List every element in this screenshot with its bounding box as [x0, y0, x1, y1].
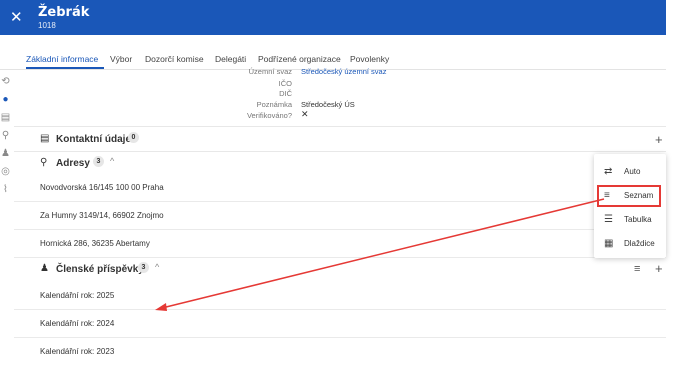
- count-badge: 3: [93, 156, 104, 167]
- poznamka-value: Středočeský ÚS: [301, 100, 355, 109]
- count-badge: 3: [138, 262, 149, 273]
- info-icon[interactable]: ●: [0, 94, 11, 105]
- divider: [14, 151, 666, 152]
- menu-item-auto[interactable]: ⇄ Auto: [594, 162, 666, 182]
- uzemni-svaz-label: Územní svaz: [248, 67, 292, 76]
- dialog-header: ✕ Žebrák 1018: [0, 0, 666, 35]
- ico-label: IČO: [278, 79, 292, 88]
- chevron-up-icon[interactable]: ^: [110, 156, 114, 166]
- tab-podrizene-organizace[interactable]: Podřízené organizace: [258, 54, 341, 64]
- tab-povolenky[interactable]: Povolenky: [350, 54, 389, 64]
- list-item[interactable]: Kalendářní rok: 2024: [14, 310, 666, 338]
- person-pin-icon[interactable]: ⚲: [0, 130, 11, 141]
- attachment-icon[interactable]: ⌇: [0, 184, 11, 195]
- list-item[interactable]: Hornická 286, 36235 Abertamy: [14, 230, 666, 258]
- fee-year-text: Kalendářní rok: 2024: [40, 319, 115, 328]
- license-icon[interactable]: ◎: [0, 166, 11, 177]
- address-text: Za Humny 3149/14, 66902 Znojmo: [40, 211, 164, 220]
- detail-content: Územní svaz Středočeský územní svaz IČO …: [14, 67, 666, 367]
- list-item[interactable]: Novodvorská 16/145 100 00 Praha: [14, 174, 666, 202]
- list-item[interactable]: Kalendářní rok: 2025: [14, 282, 666, 310]
- close-icon[interactable]: ✕: [10, 10, 23, 25]
- list-item[interactable]: Za Humny 3149/14, 66902 Znojmo: [14, 202, 666, 230]
- menu-item-tabulka[interactable]: ☰ Tabulka: [594, 210, 666, 230]
- dialog-subtitle: 1018: [38, 21, 56, 30]
- verifikovano-label: Verifikováno?: [246, 111, 292, 120]
- section-title: Kontaktní údaje: [56, 134, 132, 145]
- person-money-icon[interactable]: ♟: [0, 148, 11, 159]
- adresy-header: ⚲ Adresy 3 ^ +: [14, 154, 666, 174]
- list-icon: ≡: [604, 190, 610, 201]
- count-badge: 0: [128, 132, 139, 143]
- section-title: Adresy: [56, 158, 90, 169]
- address-text: Hornická 286, 36235 Abertamy: [40, 239, 150, 248]
- poznamka-label: Poznámka: [256, 100, 292, 109]
- kontaktni-udaje-header: ▤ Kontaktní údaje 0 +: [14, 130, 666, 150]
- menu-item-seznam[interactable]: ≡ Seznam: [597, 185, 661, 207]
- table-icon: ☰: [604, 214, 613, 225]
- contact-card-icon[interactable]: ▤: [0, 112, 11, 123]
- dic-label: DIČ: [279, 89, 292, 98]
- person-money-icon: ♟: [40, 263, 49, 274]
- chevron-up-icon[interactable]: ^: [155, 262, 159, 272]
- list-item[interactable]: Kalendářní rok: 2023: [14, 338, 666, 365]
- section-title: Členské příspěvky: [56, 264, 144, 275]
- location-person-icon: ⚲: [40, 157, 48, 168]
- view-mode-icon[interactable]: ≡: [634, 263, 640, 275]
- swap-icon: ⇄: [604, 166, 613, 177]
- add-fee-button[interactable]: +: [655, 262, 663, 275]
- tab-zakladni-informace[interactable]: Základní informace: [26, 54, 98, 64]
- address-text: Novodvorská 16/145 100 00 Praha: [40, 183, 164, 192]
- add-contact-button[interactable]: +: [655, 133, 663, 146]
- tab-dozorci-komise[interactable]: Dozorčí komise: [145, 54, 204, 64]
- contact-card-icon: ▤: [40, 133, 50, 144]
- dialog-title: Žebrák: [38, 5, 90, 20]
- tab-delegati[interactable]: Delegáti: [215, 54, 246, 64]
- fee-year-text: Kalendářní rok: 2025: [40, 291, 115, 300]
- history-icon[interactable]: ⟲: [0, 76, 11, 87]
- view-mode-menu: ⇄ Auto ≡ Seznam ☰ Tabulka ▦ Dlaždice: [594, 154, 666, 258]
- uzemni-svaz-link[interactable]: Středočeský územní svaz: [301, 67, 386, 76]
- menu-item-dlazdice[interactable]: ▦ Dlaždice: [594, 234, 666, 254]
- tab-vybor[interactable]: Výbor: [110, 54, 132, 64]
- verifikovano-value: ✕: [301, 109, 309, 119]
- fee-year-text: Kalendářní rok: 2023: [40, 347, 115, 356]
- clenske-prispevky-header: ♟ Členské příspěvky 3 ^ ≡ +: [14, 260, 666, 280]
- section-rail: ⟲ ● ▤ ⚲ ♟ ◎ ⌇: [0, 70, 14, 367]
- divider: [14, 126, 666, 127]
- grid-icon: ▦: [604, 238, 614, 249]
